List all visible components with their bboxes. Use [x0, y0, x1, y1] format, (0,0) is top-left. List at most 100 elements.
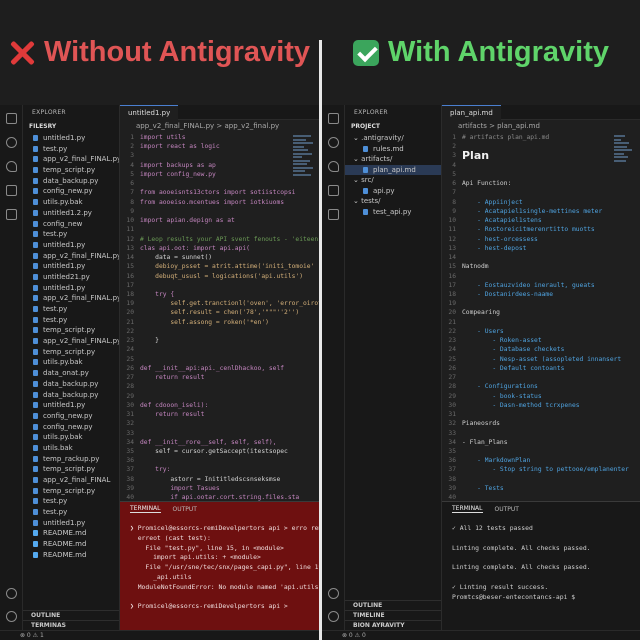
- tree-item[interactable]: plan_api.md: [345, 164, 441, 175]
- file-item[interactable]: test.py: [23, 315, 119, 326]
- files-icon[interactable]: [6, 113, 17, 124]
- file-item[interactable]: untitled21.py: [23, 272, 119, 283]
- minimap[interactable]: [614, 135, 636, 195]
- antigravity-section[interactable]: BION AYRAVITY: [345, 620, 441, 630]
- run-debug-icon[interactable]: [328, 185, 339, 196]
- source-control-icon[interactable]: [328, 161, 339, 172]
- code-text: try:: [140, 466, 171, 474]
- line-number: 22: [448, 327, 456, 335]
- tree-item[interactable]: test_api.py: [345, 207, 441, 218]
- tab-output[interactable]: OUTPUT: [495, 506, 519, 513]
- file-item[interactable]: data_backup.py: [23, 176, 119, 187]
- tab-output[interactable]: OUTPUT: [173, 506, 197, 513]
- python-file-icon: [33, 316, 38, 323]
- file-item[interactable]: temp_script.py: [23, 325, 119, 336]
- file-item[interactable]: config_new: [23, 219, 119, 230]
- file-item[interactable]: temp_script.py: [23, 486, 119, 497]
- file-item[interactable]: app_v2_final_FINAL.py: [23, 293, 119, 304]
- md-line: 36 - MarkdownPlan: [442, 456, 640, 465]
- file-item[interactable]: test.py: [23, 496, 119, 507]
- terminal-output[interactable]: ❯ Promicel@essorcs-remiDevelpertors api …: [120, 516, 319, 612]
- markdown-editor[interactable]: 1 # artifacts plan_api.md 2 3 Plan 4 5 6 Api Fun…: [442, 133, 640, 529]
- timeline-section[interactable]: TIMELINE: [345, 610, 441, 620]
- gear-icon[interactable]: [328, 611, 339, 622]
- file-item[interactable]: test.py: [23, 229, 119, 240]
- file-item[interactable]: temp_script.py: [23, 347, 119, 358]
- extensions-icon[interactable]: [6, 209, 17, 220]
- file-item[interactable]: data_backup.py: [23, 379, 119, 390]
- file-item[interactable]: data_onat.py: [23, 368, 119, 379]
- file-item[interactable]: temp_script.py: [23, 464, 119, 475]
- file-item[interactable]: README.md: [23, 528, 119, 539]
- tree-item[interactable]: ⌄ src/: [345, 175, 441, 186]
- account-icon[interactable]: [328, 588, 339, 599]
- file-name: temp_script.py: [43, 347, 96, 356]
- file-item[interactable]: utils.py.bak: [23, 432, 119, 443]
- files-icon[interactable]: [328, 113, 339, 124]
- line-number: 3: [452, 152, 456, 160]
- file-item[interactable]: temp_rackup.py: [23, 454, 119, 465]
- terminal-output[interactable]: ✓ All 12 tests passed Linting complete. A…: [442, 516, 640, 602]
- terminal-line: erreot (cast test):: [130, 533, 211, 542]
- search-icon[interactable]: [6, 137, 17, 148]
- file-item[interactable]: untitled1.py: [23, 518, 119, 529]
- file-item[interactable]: untitled1.py: [23, 240, 119, 251]
- file-item[interactable]: README.md: [23, 550, 119, 561]
- tab-untitled1[interactable]: untitled1.py: [120, 105, 179, 120]
- tab-plan-api[interactable]: plan_api.md: [442, 105, 501, 120]
- terminal-section[interactable]: TERMINAS: [23, 620, 119, 630]
- breadcrumb[interactable]: artifacts > plan_api.md: [442, 120, 640, 132]
- code-line: 28: [120, 382, 319, 391]
- tree-item[interactable]: rules.md: [345, 144, 441, 155]
- file-item[interactable]: untitled1.2.py: [23, 208, 119, 219]
- tab-terminal[interactable]: TERMINAL: [452, 505, 483, 513]
- tree-item[interactable]: api.py: [345, 186, 441, 197]
- file-item[interactable]: utils.bak: [23, 443, 119, 454]
- file-item[interactable]: utils.py.bak: [23, 197, 119, 208]
- explorer-section[interactable]: PROJECT: [345, 121, 441, 133]
- file-name: temp_rackup.py: [43, 454, 100, 463]
- file-item[interactable]: untitled1.py: [23, 283, 119, 294]
- file-item[interactable]: config_new.py: [23, 186, 119, 197]
- extensions-icon[interactable]: [328, 209, 339, 220]
- line-number: 28: [448, 383, 456, 391]
- file-item[interactable]: untitled1.py: [23, 400, 119, 411]
- python-file-icon: [33, 241, 38, 248]
- file-name: data_backup.py: [43, 176, 99, 185]
- md-text: - Flan_Plans: [462, 438, 508, 446]
- run-debug-icon[interactable]: [6, 185, 17, 196]
- file-item[interactable]: config_new.py: [23, 422, 119, 433]
- file-item[interactable]: untitled1.py: [23, 261, 119, 272]
- file-item[interactable]: config_new.py: [23, 411, 119, 422]
- file-item[interactable]: README.md: [23, 539, 119, 550]
- minimap[interactable]: [293, 135, 315, 195]
- source-control-icon[interactable]: [6, 161, 17, 172]
- file-item[interactable]: test.py: [23, 304, 119, 315]
- file-item[interactable]: temp_script.py: [23, 165, 119, 176]
- file-item[interactable]: data_backup.py: [23, 390, 119, 401]
- python-file-icon: [33, 295, 38, 302]
- tree-item[interactable]: ⌄ artifacts/: [345, 154, 441, 165]
- tree-item[interactable]: ⌄ tests/: [345, 196, 441, 207]
- tree-item[interactable]: ⌄ .antigravity/: [345, 133, 441, 144]
- file-item[interactable]: utils.py.bak: [23, 357, 119, 368]
- account-icon[interactable]: [6, 588, 17, 599]
- file-item[interactable]: untitled1.py: [23, 133, 119, 144]
- explorer-section[interactable]: FILESRY: [23, 121, 119, 133]
- file-item[interactable]: app_v2_final_FINAL.py: [23, 154, 119, 165]
- breadcrumb[interactable]: app_v2_final_FINAL.py > app_v2_final.py: [120, 120, 319, 132]
- tab-terminal[interactable]: TERMINAL: [130, 505, 161, 513]
- outline-section[interactable]: OUTLINE: [23, 610, 119, 620]
- file-item[interactable]: app_v2_final_FINAL.py: [23, 336, 119, 347]
- file-name: test.py: [43, 497, 68, 506]
- gear-icon[interactable]: [6, 611, 17, 622]
- file-item[interactable]: app_v2_final_FINAL: [23, 475, 119, 486]
- line-number: 18: [126, 290, 134, 298]
- code-line: 32: [120, 419, 319, 428]
- code-editor[interactable]: 1 import utils 2 import react as logic 3 4 imp…: [120, 133, 319, 529]
- file-item[interactable]: app_v2_final_FINAL.py: [23, 251, 119, 262]
- file-item[interactable]: test.py: [23, 144, 119, 155]
- search-icon[interactable]: [328, 137, 339, 148]
- file-item[interactable]: test.py: [23, 507, 119, 518]
- outline-section[interactable]: OUTLINE: [345, 600, 441, 610]
